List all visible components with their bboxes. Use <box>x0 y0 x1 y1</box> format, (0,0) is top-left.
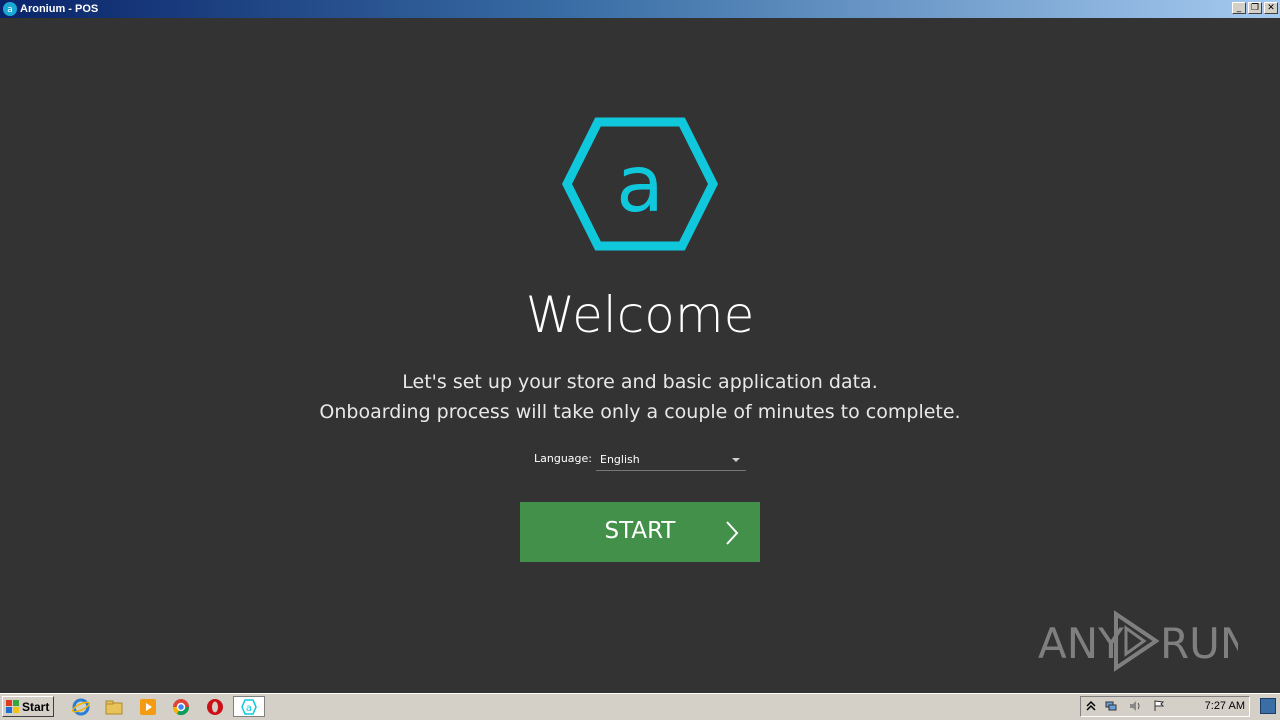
welcome-heading: Welcome <box>525 286 755 344</box>
start-button[interactable]: START <box>520 502 760 562</box>
window-title: Aronium - POS <box>20 3 99 15</box>
aronium-app-icon: a <box>3 2 17 16</box>
aronium-taskbar-button[interactable]: a <box>233 696 265 717</box>
system-tray: 7:27 AM <box>1080 696 1250 717</box>
start-menu-button[interactable]: Start <box>2 696 54 717</box>
intro-line-1: Let's set up your store and basic applic… <box>402 371 878 393</box>
windows-logo-icon <box>6 699 19 713</box>
taskbar: Start a 7:27 AM <box>0 693 1280 720</box>
chevron-down-icon <box>732 458 740 462</box>
watermark-text-left: ANY <box>1038 619 1124 668</box>
language-dropdown[interactable]: English <box>596 449 746 471</box>
watermark-text-right: RUN <box>1160 619 1238 668</box>
close-button[interactable]: ✕ <box>1264 2 1278 14</box>
anyrun-watermark: ANY RUN <box>1038 610 1251 672</box>
language-selected-value: English <box>600 453 640 466</box>
restore-button[interactable]: ❐ <box>1248 2 1262 14</box>
title-bar: a Aronium - POS _ ❐ ✕ <box>0 0 1280 18</box>
volume-icon[interactable] <box>1129 700 1141 712</box>
language-label: Language: <box>534 452 592 465</box>
chrome-icon[interactable] <box>172 698 190 716</box>
network-icon[interactable] <box>1105 700 1117 712</box>
folder-icon[interactable] <box>105 698 123 716</box>
opera-icon[interactable] <box>206 698 224 716</box>
logo-letter: a <box>616 140 664 230</box>
svg-text:a: a <box>7 5 13 14</box>
aronium-icon: a <box>241 698 257 715</box>
tray-expand-icon[interactable] <box>1085 700 1097 712</box>
action-center-flag-icon[interactable] <box>1153 700 1165 712</box>
svg-text:a: a <box>246 703 252 714</box>
chevron-right-icon <box>726 521 739 545</box>
taskbar-clock[interactable]: 7:27 AM <box>1205 700 1245 712</box>
start-label: Start <box>22 699 50 714</box>
minimize-button[interactable]: _ <box>1232 2 1246 14</box>
show-desktop-button[interactable] <box>1260 698 1276 714</box>
aronium-logo-icon: a <box>562 117 718 251</box>
media-player-icon[interactable] <box>139 698 157 716</box>
internet-explorer-icon[interactable] <box>72 698 90 716</box>
intro-line-2: Onboarding process will take only a coup… <box>319 401 961 423</box>
